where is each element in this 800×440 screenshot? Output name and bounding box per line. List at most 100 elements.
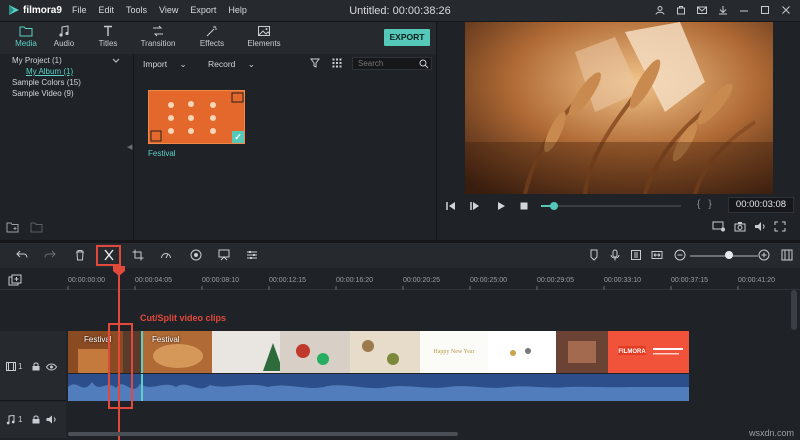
user-icon[interactable] [654,4,666,16]
video-clip-strip[interactable]: Happy New Year FILMORA Festival Festival [68,331,689,373]
tab-elements-label: Elements [247,39,281,48]
undo-icon[interactable] [16,249,28,261]
speed-icon[interactable] [160,249,172,261]
fullscreen-icon[interactable] [774,221,786,232]
playhead-line[interactable] [118,266,120,440]
add-track-icon[interactable] [8,274,22,286]
ruler-tick-label: 00:00:37:15 [671,277,708,284]
window-controls [654,4,792,16]
mark-in-out-icon[interactable]: {} [697,199,720,210]
redo-icon[interactable] [44,249,56,261]
timeline-vertical-scrollbar[interactable] [791,290,797,330]
tab-effects[interactable]: Effects [186,24,238,48]
stop-icon[interactable] [519,201,529,211]
split-point-highlight-box [108,323,133,409]
menu-export[interactable]: Export [190,5,216,15]
color-icon[interactable] [190,249,202,261]
menu-edit[interactable]: Edit [99,5,115,15]
tab-titles-label: Titles [98,39,118,48]
zoom-in-icon[interactable] [758,249,770,261]
app-logo: filmora9 [8,4,62,16]
new-folder-icon[interactable] [6,222,20,233]
text-t-icon [104,25,112,36]
zoom-slider[interactable] [690,255,758,257]
chevron-down-icon: ⌄ [179,59,187,69]
tree-item-sample-video[interactable]: Sample Video (9) [12,89,74,98]
tab-audio-label: Audio [53,39,75,48]
filmora-logo-icon [9,5,19,15]
menu-help[interactable]: Help [228,5,247,15]
import-label: Import [143,59,168,69]
timeline-horizontal-scrollbar[interactable] [68,432,458,436]
tree-item-my-project[interactable]: My Project (1) [12,56,62,65]
tree-item-sample-colors[interactable]: Sample Colors (15) [12,78,81,87]
delete-folder-icon[interactable] [30,222,44,233]
previous-frame-icon[interactable] [446,201,456,211]
chevron-down-icon[interactable] [112,58,120,64]
folder-icon [19,26,33,37]
marker-icon[interactable] [588,249,600,261]
delete-icon[interactable] [74,249,86,261]
transition-icon [153,25,163,37]
media-thumbnail[interactable] [148,90,245,144]
ruler-tick-label: 00:00:16:20 [336,277,373,284]
audio-track-header: 1 [0,402,66,438]
cut-split-annotation: Cut/Split video clips [140,313,227,323]
zoom-slider-knob[interactable] [725,251,733,259]
crop-icon[interactable] [132,249,144,261]
fit-timeline-icon[interactable] [651,249,663,261]
playhead-handle[interactable] [113,266,125,276]
voiceover-mic-icon[interactable] [609,249,621,261]
filter-icon[interactable] [310,58,320,68]
playback-progress-track[interactable] [541,205,681,207]
maximize-icon[interactable] [759,4,771,16]
menu-file[interactable]: File [72,5,87,15]
render-settings-icon[interactable] [712,221,726,232]
lock-icon[interactable] [32,362,40,371]
search-icon[interactable] [419,59,429,69]
play-pause-icon[interactable] [470,201,480,211]
preview-video[interactable] [465,22,773,194]
tree-item-my-album[interactable]: My Album (1) [26,67,73,76]
minimize-icon[interactable] [738,4,750,16]
audio-waveform-strip[interactable] [68,374,689,401]
volume-icon[interactable] [754,221,766,232]
record-dropdown[interactable]: Record ⌄ [208,59,255,70]
image-icon [258,26,270,36]
tab-transition[interactable]: Transition [132,24,184,48]
filmora-banner-text: FILMORA [618,349,646,355]
ruler-tick-label: 00:00:41:20 [738,277,775,284]
audio-mixer-icon[interactable] [246,249,258,261]
mix-icon[interactable] [630,249,642,261]
snapshot-camera-icon[interactable] [734,221,746,232]
speaker-icon[interactable] [46,415,57,424]
menu-view[interactable]: View [159,5,178,15]
lock-icon[interactable] [32,415,40,424]
ruler-tick-label: 00:00:29:05 [537,277,574,284]
menu-bar: File Edit Tools View Export Help [72,5,247,15]
export-button[interactable]: EXPORT [384,29,430,46]
import-dropdown[interactable]: Import ⌄ [143,59,187,70]
download-icon[interactable] [717,4,729,16]
tab-elements[interactable]: Elements [238,24,290,48]
cart-icon[interactable] [675,4,687,16]
ruler-tick-label: 00:00:20:25 [403,277,440,284]
green-screen-icon[interactable] [218,249,230,261]
chevron-down-icon: ⌄ [247,59,255,69]
close-icon[interactable] [780,4,792,16]
clip-label: Festival [152,335,180,344]
panel-layout-icon[interactable] [781,249,793,261]
thumbnail-label: Festival [148,149,176,158]
watermark: wsxdn.com [748,428,794,438]
playback-scrubber[interactable] [550,202,558,210]
zoom-out-icon[interactable] [674,249,686,261]
grid-view-icon[interactable] [332,58,342,68]
mail-icon[interactable] [696,4,708,16]
ruler-tick-label: 00:00:12:15 [269,277,306,284]
music-note-icon [59,25,69,37]
eye-icon[interactable] [46,363,57,371]
menu-tools[interactable]: Tools [126,5,147,15]
collapse-panel-icon[interactable]: ◀ [127,143,132,151]
tab-titles[interactable]: Titles [82,24,134,48]
play-icon[interactable] [496,201,506,211]
